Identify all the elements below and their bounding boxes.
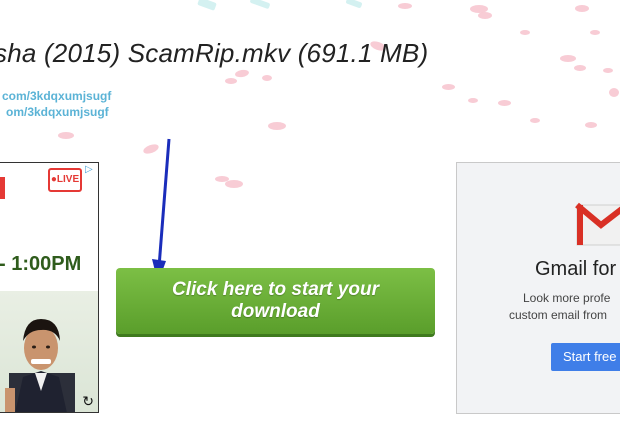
petal	[603, 68, 613, 73]
refresh-icon[interactable]: ↻	[82, 393, 94, 410]
petal	[560, 55, 576, 62]
petal	[575, 5, 589, 12]
petal	[442, 84, 455, 90]
petal	[478, 12, 492, 19]
left-ad-banner[interactable]: ●LIVE ▷ - 1:00PM ↻	[0, 162, 99, 413]
ad-subtext: Look more profe custom email from	[509, 290, 610, 324]
petal	[520, 30, 530, 35]
petal	[590, 30, 600, 35]
file-link[interactable]: com/3kdqxumjsugf	[2, 89, 111, 103]
petal	[225, 78, 237, 84]
gmail-logo-icon	[575, 202, 620, 246]
person-photo	[5, 319, 75, 412]
petal	[262, 75, 272, 81]
petal	[609, 88, 619, 97]
down-arrow-icon	[152, 138, 171, 283]
petal	[234, 68, 250, 79]
petal	[345, 0, 363, 9]
start-free-button[interactable]: Start free	[551, 343, 620, 371]
live-label: LIVE	[56, 174, 80, 185]
petal	[468, 98, 478, 103]
petal	[268, 122, 286, 130]
petal	[58, 132, 74, 139]
live-badge: ●LIVE	[48, 168, 82, 192]
petal	[498, 100, 511, 106]
ad-subtext-line: Look more profe	[523, 291, 611, 305]
petal	[530, 118, 540, 123]
petal	[585, 122, 597, 128]
petal	[249, 0, 271, 10]
petal	[398, 3, 412, 9]
file-title: sha (2015) ScamRip.mkv (691.1 MB)	[0, 38, 429, 68]
ad-heading: Gmail for	[535, 258, 617, 280]
ad-red-accent	[0, 177, 5, 199]
petal	[225, 180, 243, 188]
petal	[574, 65, 586, 71]
download-button-label: Click here to start your download	[172, 279, 379, 322]
ad-subtext-line: custom email from	[509, 308, 608, 322]
file-link[interactable]: om/3kdqxumjsugf	[6, 105, 109, 119]
start-download-button[interactable]: Click here to start your download	[116, 268, 435, 334]
petal	[197, 0, 217, 11]
ad-choices-icon[interactable]: ▷	[85, 164, 97, 176]
ad-time-text: - 1:00PM	[0, 253, 82, 275]
gmail-ad-banner[interactable]: Gmail for Look more profe custom email f…	[456, 162, 620, 414]
